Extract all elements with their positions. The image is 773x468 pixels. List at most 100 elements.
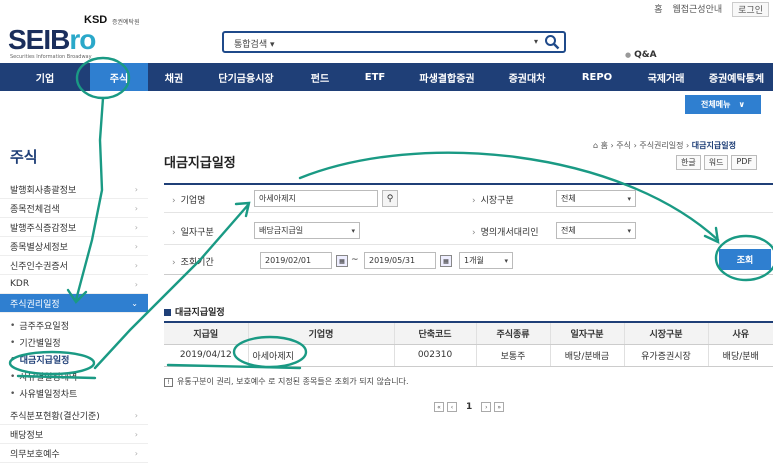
sidebar-item[interactable]: 종목전체검색 › — [0, 199, 148, 218]
sidebar-item[interactable]: KDR › — [0, 275, 148, 294]
all-menu-button[interactable]: 전체메뉴 ∨ — [685, 95, 761, 114]
nav-item-fund[interactable]: 펀드 — [292, 63, 348, 91]
submenu-item[interactable]: 금주주요일정 — [10, 317, 148, 334]
chevron-down-icon: ▾ — [351, 226, 355, 235]
sidebar-submenu: 금주주요일정 기간별일정 대금지급일정 사유별일정내역 사유별일정차트 — [0, 313, 148, 406]
period-label: 조회기간 — [172, 255, 214, 268]
first-page-icon[interactable]: « — [434, 402, 444, 412]
submenu-item[interactable]: 사유별일정차트 — [10, 385, 148, 402]
submenu-item[interactable]: 사유별일정내역 — [10, 368, 148, 385]
sidebar-item[interactable]: 신주인수권증서 › — [0, 256, 148, 275]
sidebar-item[interactable]: 종목별상세정보 › — [0, 237, 148, 256]
chevron-down-icon: ⌄ — [131, 298, 138, 308]
chevron-right-icon: › — [134, 429, 138, 439]
qa-link[interactable]: Q&A — [625, 50, 656, 60]
chevron-right-icon: › — [134, 222, 138, 232]
period-range-select[interactable]: 1개월 ▾ — [459, 252, 513, 269]
nav-item-company[interactable]: 기업 — [0, 63, 90, 91]
export-hwp-button[interactable]: 한글 — [676, 155, 701, 170]
export-word-button[interactable]: 워드 — [703, 155, 729, 170]
last-page-icon[interactable]: » — [494, 402, 505, 412]
table-cell: 2019/04/12 — [164, 344, 248, 367]
sidebar-title: 주식 — [10, 148, 38, 166]
search-icon[interactable]: ⚲ — [382, 190, 398, 207]
breadcrumb-rights[interactable]: 주식권리일정 — [639, 141, 683, 150]
agent-select[interactable]: 전체 ▾ — [556, 222, 636, 239]
chevron-right-icon: › — [134, 410, 138, 420]
filter-row: 기업명 아세아제지 ⚲ 시장구분 전체▾ — [164, 185, 773, 213]
calendar-icon[interactable]: ▦ — [440, 255, 452, 267]
query-button[interactable]: 조회 — [719, 249, 771, 270]
chevron-right-icon: › — [134, 184, 138, 194]
search-icon[interactable] — [544, 34, 560, 50]
date-from-input[interactable]: 2019/02/01 — [260, 252, 332, 269]
chevron-right-icon: › — [134, 241, 138, 251]
filter-row: 조회기간 2019/02/01 ▦ ~ 2019/05/31 ▦ 1개월▾ — [164, 247, 773, 275]
column-header[interactable]: 일자구분 — [549, 321, 624, 345]
chevron-down-icon[interactable]: ▾ — [534, 37, 538, 46]
filter-row: 일자구분 배당금지급일▾ 명의개서대리인 전체▾ — [164, 217, 773, 245]
table-cell: 배당/분배 — [707, 344, 773, 367]
nav-item-derivative[interactable]: 파생결합증권 — [402, 63, 492, 91]
column-header[interactable]: 기업명 — [247, 321, 394, 345]
sidebar-item[interactable]: 의무보호예수 › — [0, 444, 148, 463]
nav-item-etf[interactable]: ETF — [348, 63, 402, 91]
home-link[interactable]: 홈 — [654, 2, 662, 17]
sidebar-menu: 발행회사총괄정보 › 종목전체검색 › 발행주식증감정보 › 종목별상세정보 › 신주인… — [0, 180, 148, 463]
column-header[interactable]: 사유 — [707, 321, 773, 345]
submenu-item-active[interactable]: 대금지급일정 — [10, 351, 148, 368]
table-row[interactable]: 2019/04/12 아세아제지 002310 보통주 배당/분배금 유가증권시… — [164, 344, 773, 367]
nav-item-lending[interactable]: 증권대차 — [492, 63, 562, 91]
date-type-select[interactable]: 배당금지급일 ▾ — [254, 222, 360, 239]
date-type-label: 일자구분 — [172, 225, 214, 238]
ksd-subtitle: 증권예탁원 — [112, 19, 140, 26]
global-search-box[interactable]: 통합검색 ▾ ▾ — [222, 31, 566, 53]
page-title: 대금지급일정 — [164, 156, 236, 171]
breadcrumb: ⌂ 홈 › 주식 › 주식권리일정 › 대금지급일정 — [593, 141, 736, 150]
calendar-icon[interactable]: ▦ — [336, 255, 348, 267]
chevron-down-icon: ▾ — [627, 226, 631, 235]
submenu-item[interactable]: 기간별일정 — [10, 334, 148, 351]
nav-item-money-market[interactable]: 단기금융시장 — [200, 63, 292, 91]
market-select[interactable]: 전체 ▾ — [556, 190, 636, 207]
sidebar-item[interactable]: 배당정보 › — [0, 425, 148, 444]
utility-links: 홈 웹접근성안내 로그인 — [654, 2, 769, 17]
breadcrumb-stock[interactable]: 주식 — [616, 141, 631, 150]
current-page[interactable]: 1 — [466, 402, 472, 412]
main-nav: 기업 주식 채권 단기금융시장 펀드 ETF 파생결합증권 증권대차 REPO … — [0, 63, 773, 91]
sidebar-item[interactable]: 발행회사총괄정보 › — [0, 180, 148, 199]
info-icon: ! — [164, 378, 173, 387]
login-button[interactable]: 로그인 — [732, 2, 769, 17]
sidebar-item[interactable]: 발행주식증감정보 › — [0, 218, 148, 237]
breadcrumb-home[interactable]: 홈 — [601, 141, 608, 150]
table-cell-company-link[interactable]: 아세아제지 — [247, 344, 394, 367]
nav-item-bond[interactable]: 채권 — [148, 63, 200, 91]
nav-item-statistics[interactable]: 증권예탁통계 — [700, 63, 773, 91]
company-input[interactable]: 아세아제지 — [254, 190, 378, 207]
column-header[interactable]: 지급일 — [164, 321, 248, 345]
search-filter-panel: 기업명 아세아제지 ⚲ 시장구분 전체▾ 일자구분 배당금지급일▾ 명의개서대리… — [164, 183, 773, 275]
table-cell: 배당/분배금 — [549, 344, 624, 367]
nav-item-stock[interactable]: 주식 — [90, 63, 148, 91]
table-cell: 002310 — [393, 344, 476, 367]
nav-item-repo[interactable]: REPO — [562, 63, 632, 91]
sidebar-item-active[interactable]: 주식권리일정 ⌄ — [0, 294, 148, 313]
column-header[interactable]: 주식종류 — [475, 321, 550, 345]
seibro-logo[interactable]: KSD 증권예탁원 SEIBro Securities Information … — [8, 14, 158, 60]
column-header[interactable]: 시장구분 — [623, 321, 708, 345]
results-table: 지급일 기업명 단축코드 주식종류 일자구분 시장구분 사유 2019/04/1… — [164, 321, 773, 367]
market-label: 시장구분 — [472, 193, 514, 206]
table-cell: 보통주 — [475, 344, 550, 367]
next-page-icon[interactable]: › — [481, 402, 492, 412]
web-guide-link[interactable]: 웹접근성안내 — [672, 2, 722, 17]
column-header[interactable]: 단축코드 — [393, 321, 476, 345]
logo-tagline: Securities Information Broadway — [10, 54, 92, 60]
date-to-input[interactable]: 2019/05/31 — [364, 252, 436, 269]
home-icon[interactable]: ⌂ — [593, 141, 598, 150]
search-scope-select[interactable]: 통합검색 ▾ — [234, 37, 275, 50]
export-pdf-button[interactable]: PDF — [731, 155, 758, 170]
chevron-down-icon: ▾ — [627, 194, 631, 203]
sidebar-item[interactable]: 주식분포현황(결산기준) › — [0, 406, 148, 425]
prev-page-icon[interactable]: ‹ — [447, 402, 457, 412]
nav-item-international[interactable]: 국제거래 — [632, 63, 700, 91]
